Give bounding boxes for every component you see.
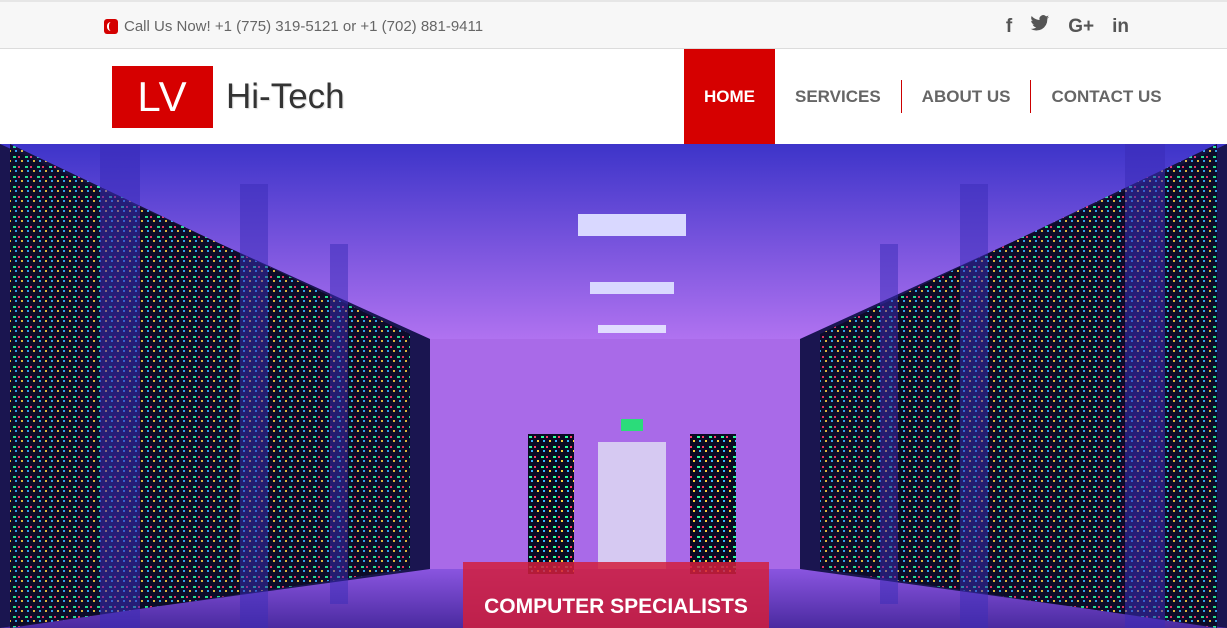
nav-services[interactable]: SERVICES: [775, 49, 901, 144]
hero-banner: COMPUTER SPECIALISTS: [0, 144, 1227, 628]
phone-info: Call Us Now! +1 (775) 319-5121 or +1 (70…: [104, 18, 483, 35]
nav-contact[interactable]: CONTACT US: [1031, 49, 1181, 144]
nav-about[interactable]: ABOUT US: [902, 49, 1031, 144]
phone-icon: [104, 19, 118, 34]
social-links: f G+ in: [1006, 14, 1129, 39]
logo-mark[interactable]: LV: [112, 66, 213, 128]
linkedin-icon[interactable]: in: [1112, 15, 1129, 39]
facebook-icon[interactable]: f: [1006, 15, 1012, 39]
main-nav: HOME SERVICES ABOUT US CONTACT US: [684, 49, 1182, 144]
site-header: LV Hi-Tech HOME SERVICES ABOUT US CONTAC…: [0, 49, 1227, 144]
server-room-image: [0, 144, 1227, 628]
logo-text[interactable]: Hi-Tech: [226, 77, 345, 117]
nav-home[interactable]: HOME: [684, 49, 775, 144]
google-plus-icon[interactable]: G+: [1068, 15, 1094, 39]
phone-text: Call Us Now! +1 (775) 319-5121 or +1 (70…: [124, 18, 484, 35]
top-bar: Call Us Now! +1 (775) 319-5121 or +1 (70…: [0, 0, 1227, 49]
twitter-icon[interactable]: [1030, 14, 1050, 39]
computer-specialists-button[interactable]: COMPUTER SPECIALISTS: [463, 562, 769, 628]
